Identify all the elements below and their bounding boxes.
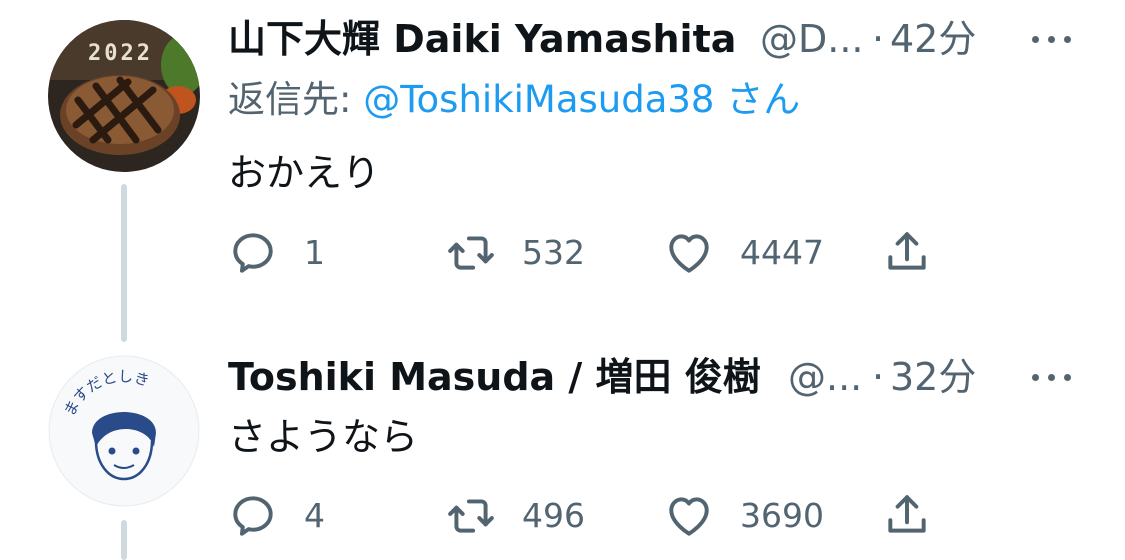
reply-count: 4: [304, 496, 325, 535]
like-button[interactable]: 4447: [664, 228, 844, 278]
retweet-icon: [448, 236, 494, 270]
retweet-icon: [448, 499, 494, 533]
tweet-text: さようなら: [228, 415, 419, 459]
like-button[interactable]: 3690: [664, 491, 844, 541]
avatar-image-hamburg: 2022: [48, 20, 200, 172]
like-count: 4447: [740, 233, 824, 272]
tweet-header: Toshiki Masuda / 増田 俊樹 @... · 32分: [228, 352, 1118, 402]
user-handle[interactable]: @D...: [760, 14, 864, 64]
reply-icon: [233, 496, 273, 536]
reply-to-mention[interactable]: @ToshikiMasuda38: [363, 78, 714, 121]
tweet-header: 山下大輝 Daiki Yamashita @D... · 42分: [228, 14, 1118, 64]
avatar[interactable]: 2022: [48, 20, 200, 172]
avatar-image-illustration: ますだとしき: [48, 355, 200, 507]
reply-count: 1: [304, 233, 325, 272]
display-name[interactable]: Toshiki Masuda / 増田 俊樹: [228, 352, 761, 402]
thread-line: [121, 520, 127, 560]
reply-button[interactable]: 4: [228, 491, 338, 541]
retweet-button[interactable]: 532: [446, 228, 606, 278]
user-handle[interactable]: @...: [788, 352, 862, 402]
share-button[interactable]: [882, 491, 932, 541]
timestamp[interactable]: 32分: [890, 352, 976, 402]
share-icon: [888, 495, 926, 533]
reply-to-suffix: さん: [714, 78, 801, 121]
avatar[interactable]: ますだとしき: [48, 355, 200, 507]
separator-dot: ·: [872, 17, 885, 61]
reply-button[interactable]: 1: [228, 228, 338, 278]
like-count: 3690: [740, 496, 824, 535]
thread-line: [121, 184, 127, 342]
reply-icon: [233, 233, 273, 273]
reply-to-prefix: 返信先:: [228, 78, 364, 121]
action-bar: 4 496 3690: [228, 491, 948, 541]
timestamp[interactable]: 42分: [890, 14, 976, 64]
tweet[interactable]: 2022 山下大輝 Daiki Yamashita @D... · 42分 返信…: [0, 0, 1125, 342]
separator-dot: ·: [872, 355, 885, 399]
tweet-text: おかえり: [228, 151, 381, 195]
share-icon: [888, 232, 926, 270]
display-name[interactable]: 山下大輝 Daiki Yamashita: [228, 14, 736, 64]
retweet-count: 532: [522, 233, 585, 272]
reply-to: 返信先: @ToshikiMasuda38 さん: [228, 76, 800, 124]
action-bar: 1 532 4447: [228, 228, 948, 278]
avatar-badge-text: 2022: [88, 41, 153, 66]
share-button[interactable]: [882, 228, 932, 278]
more-icon[interactable]: [1023, 352, 1083, 402]
heart-icon: [669, 497, 709, 536]
retweet-button[interactable]: 496: [446, 491, 606, 541]
retweet-count: 496: [522, 496, 585, 535]
more-icon[interactable]: [1023, 14, 1083, 64]
tweet[interactable]: ますだとしき Toshiki Masuda / 増田 俊樹 @... · 32分…: [0, 330, 1125, 560]
heart-icon: [669, 234, 709, 273]
